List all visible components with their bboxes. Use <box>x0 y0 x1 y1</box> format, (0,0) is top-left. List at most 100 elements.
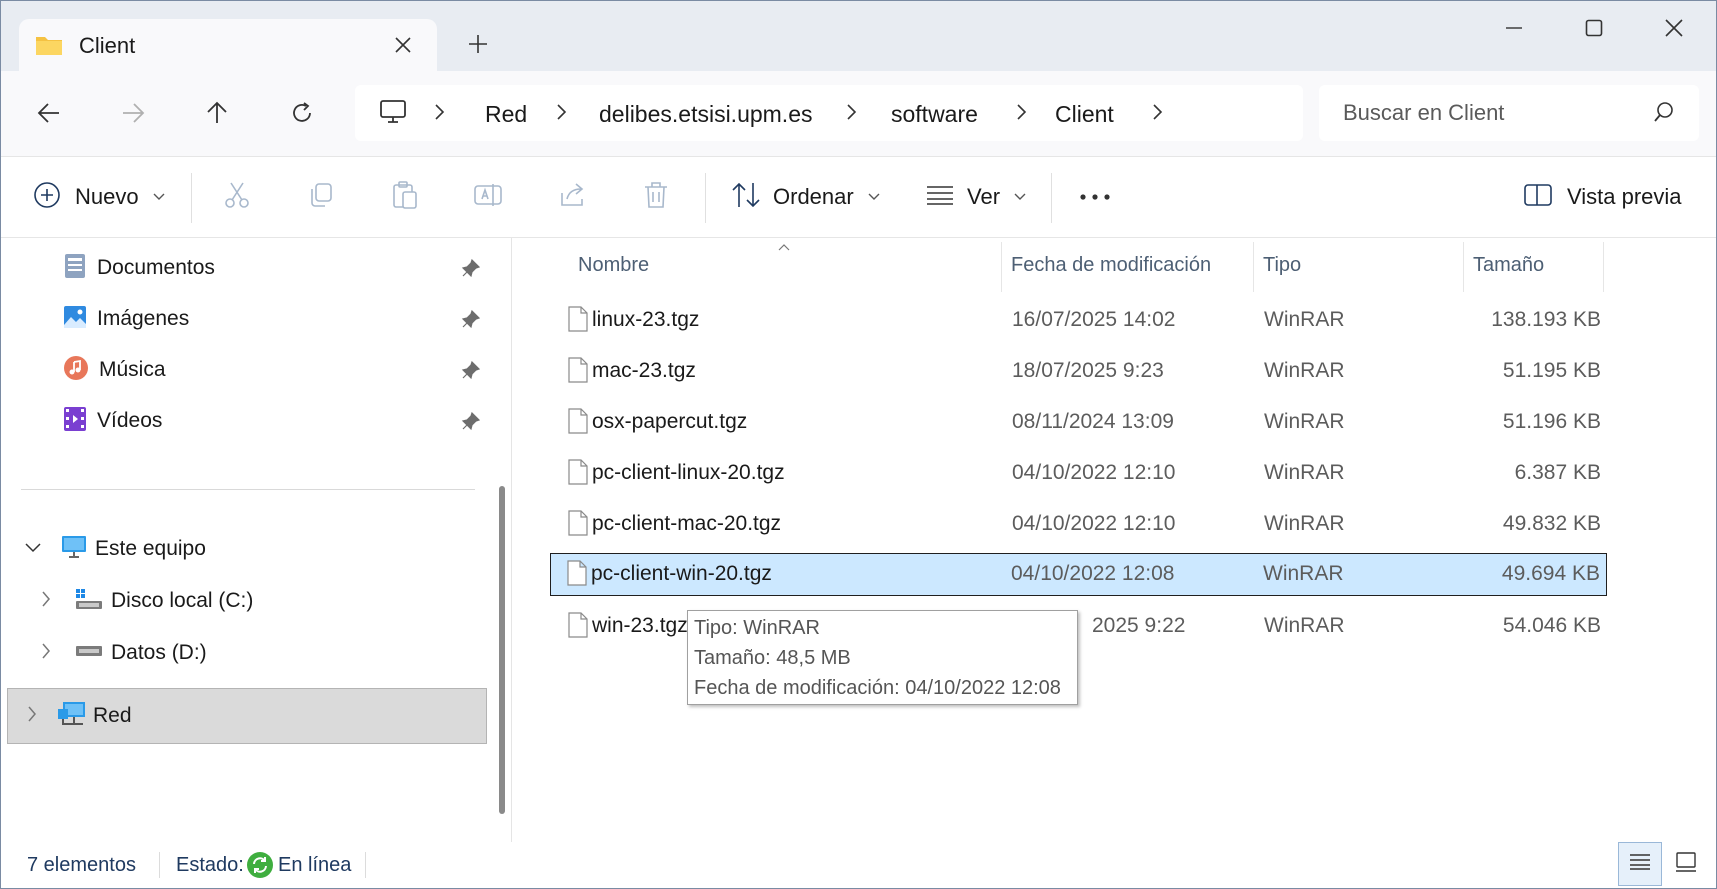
file-name: pc-client-mac-20.tgz <box>592 512 782 535</box>
large-icons-view-button[interactable] <box>1664 842 1708 886</box>
new-tab-button[interactable] <box>463 29 493 59</box>
breadcrumb-host[interactable]: delibes.etsisi.upm.es <box>599 101 813 128</box>
file-type: WinRAR <box>1264 410 1345 433</box>
preview-label: Vista previa <box>1567 184 1682 209</box>
sidebar-scrollbar[interactable] <box>499 486 505 814</box>
file-date: 04/10/2022 12:10 <box>1012 461 1176 484</box>
documents-icon <box>63 253 87 284</box>
file-size: 6.387 KB <box>1514 461 1601 484</box>
drive-c-icon <box>75 588 103 615</box>
chevron-right-icon <box>1015 103 1027 126</box>
column-header-size[interactable]: Tamaño <box>1473 254 1544 277</box>
file-name: linux-23.tgz <box>592 308 700 331</box>
file-size: 54.046 KB <box>1502 614 1601 637</box>
drive-d-icon <box>75 644 103 663</box>
breadcrumb-red[interactable]: Red <box>485 101 527 128</box>
sort-ascending-icon <box>778 238 790 256</box>
delete-button[interactable] <box>643 177 669 217</box>
close-tab-icon[interactable] <box>389 31 417 59</box>
cut-button[interactable] <box>223 177 251 217</box>
column-header-type[interactable]: Tipo <box>1263 254 1301 277</box>
tiles-view-icon <box>1675 851 1697 877</box>
search-icon[interactable] <box>1653 101 1675 128</box>
file-row[interactable]: mac-23.tgz 18/07/2025 9:23 WinRAR 51.195… <box>552 351 1607 393</box>
chevron-right-icon[interactable] <box>41 643 51 664</box>
file-date: 16/07/2025 14:02 <box>1012 308 1176 331</box>
view-button[interactable]: Ver <box>925 177 1026 217</box>
share-button[interactable] <box>559 177 587 217</box>
file-date: 08/11/2024 13:09 <box>1012 410 1174 433</box>
clipboard-icon <box>391 180 419 215</box>
pin-icon[interactable] <box>461 309 481 334</box>
network-icon <box>57 701 87 732</box>
status-bar: 7 elementos Estado: En línea <box>1 842 1716 888</box>
chevron-right-icon <box>845 103 857 126</box>
file-row[interactable]: pc-client-mac-20.tgz 04/10/2022 12:10 Wi… <box>552 504 1607 546</box>
rename-button[interactable] <box>473 177 503 217</box>
file-row[interactable]: pc-client-linux-20.tgz 04/10/2022 12:10 … <box>552 453 1607 495</box>
file-row-selected[interactable]: pc-client-win-20.tgz 04/10/2022 12:08 Wi… <box>550 553 1607 596</box>
rename-icon <box>473 181 503 214</box>
copy-icon <box>307 181 335 214</box>
chevron-right-icon[interactable] <box>1151 103 1163 126</box>
sidebar-item-this-pc[interactable]: Este equipo <box>25 524 485 574</box>
file-date: 2025 9:22 <box>1092 614 1186 637</box>
file-icon <box>568 459 588 490</box>
column-header-date[interactable]: Fecha de modificación <box>1011 254 1211 277</box>
sidebar-item-data-d[interactable]: Datos (D:) <box>41 628 491 678</box>
tooltip-type: Tipo: WinRAR <box>694 617 820 639</box>
address-bar[interactable]: Red delibes.etsisi.upm.es software Clien… <box>355 85 1303 141</box>
pin-icon[interactable] <box>461 411 481 436</box>
details-view-button[interactable] <box>1618 842 1662 886</box>
forward-button[interactable] <box>113 93 153 133</box>
sidebar-item-network[interactable]: Red <box>27 691 477 741</box>
refresh-button[interactable] <box>282 93 322 133</box>
copy-button[interactable] <box>307 177 335 217</box>
command-bar: Nuevo Ordenar Ver Vista previa <box>1 156 1716 238</box>
maximize-button[interactable] <box>1569 13 1619 43</box>
file-date: 18/07/2025 9:23 <box>1012 359 1164 382</box>
preview-pane-button[interactable]: Vista previa <box>1523 177 1682 217</box>
search-input[interactable] <box>1343 99 1643 127</box>
file-name: mac-23.tgz <box>592 359 696 382</box>
sidebar-label: Documentos <box>97 256 215 279</box>
file-tooltip: Tipo: WinRAR Tamaño: 48,5 MB Fecha de mo… <box>687 610 1078 705</box>
preview-pane-icon <box>1523 183 1553 212</box>
back-button[interactable] <box>29 93 69 133</box>
file-size: 138.193 KB <box>1491 308 1601 331</box>
sidebar-item-local-disk-c[interactable]: Disco local (C:) <box>41 576 491 626</box>
up-button[interactable] <box>197 93 237 133</box>
more-options-button[interactable] <box>1079 177 1111 217</box>
chevron-down-icon <box>153 188 165 206</box>
sidebar-label: Vídeos <box>97 409 163 432</box>
sidebar-item-pictures[interactable]: Imágenes <box>63 294 493 344</box>
breadcrumb-software[interactable]: software <box>891 101 978 128</box>
pin-icon[interactable] <box>461 360 481 385</box>
pin-icon[interactable] <box>461 258 481 283</box>
file-date: 04/10/2022 12:08 <box>1011 562 1175 585</box>
sidebar-item-documents[interactable]: Documentos <box>63 243 493 293</box>
trash-icon <box>643 181 669 214</box>
file-icon <box>567 560 587 591</box>
sort-button[interactable]: Ordenar <box>731 177 880 217</box>
chevron-right-icon[interactable] <box>27 706 37 727</box>
minimize-button[interactable] <box>1489 13 1539 43</box>
tab-client[interactable]: Client <box>19 19 437 71</box>
chevron-right-icon[interactable] <box>41 591 51 612</box>
file-icon <box>568 357 588 388</box>
close-window-button[interactable] <box>1649 13 1699 43</box>
chevron-down-icon[interactable] <box>25 540 41 558</box>
new-button[interactable]: Nuevo <box>33 177 165 217</box>
breadcrumb-client[interactable]: Client <box>1055 101 1114 128</box>
column-header-name[interactable]: Nombre <box>578 254 649 277</box>
computer-icon <box>379 99 407 130</box>
paste-button[interactable] <box>391 177 419 217</box>
file-type: WinRAR <box>1264 614 1345 637</box>
scissors-icon <box>223 181 251 214</box>
file-row[interactable]: linux-23.tgz 16/07/2025 14:02 WinRAR 138… <box>552 300 1607 342</box>
file-type: WinRAR <box>1264 308 1345 331</box>
sidebar-label: Imágenes <box>97 307 190 330</box>
file-row[interactable]: osx-papercut.tgz 08/11/2024 13:09 WinRAR… <box>552 402 1607 444</box>
sidebar-item-music[interactable]: Música <box>63 345 493 395</box>
sidebar-item-videos[interactable]: Vídeos <box>63 396 493 446</box>
